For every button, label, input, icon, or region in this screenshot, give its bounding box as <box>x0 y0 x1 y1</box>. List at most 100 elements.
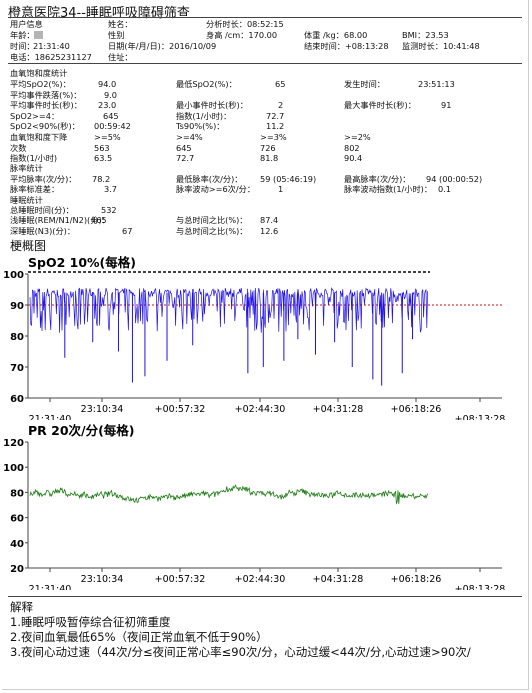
stat-value: 645 <box>103 111 119 121</box>
stat-label: 脉率波动指数(1/小时)： <box>344 184 433 194</box>
user-info-label: 用户信息 <box>10 19 43 29</box>
stat-label: Ts90%(%)： <box>176 121 225 131</box>
pr-chart-title: PR 20次/分(每格) <box>28 423 135 438</box>
stat-label: 平均事件跌落(%)： <box>10 90 82 100</box>
stat-value: 91 <box>441 100 452 110</box>
stat-value: 78.2 <box>92 174 111 184</box>
interpretation-divider <box>8 596 522 597</box>
stat-label: SpO2<90%(秒)： <box>10 121 80 131</box>
date-value: 日期(年/月/日)：2016/10/09 <box>108 41 217 51</box>
stat-value: 3.7 <box>104 184 118 194</box>
interpretation-heading: 解释 <box>10 600 33 614</box>
name-label: 姓名： <box>108 19 133 29</box>
redaction-mark <box>34 31 43 39</box>
interpretation-line: 1.睡眠呼吸暂停综合征初筛重度 <box>10 615 171 629</box>
interpretation-line: 3.夜间心动过速（44次/分≤夜间正常心率≤90次/分，心动过缓<44次/分,心… <box>10 645 471 659</box>
x-tick-label: +02:44:30 <box>235 404 286 415</box>
y-tick-label: 120 <box>3 438 24 449</box>
time-value: 21:31:40 <box>33 41 70 51</box>
stat-value: 11.2 <box>266 121 285 131</box>
stat-label: 与总时间之比(%)： <box>176 226 248 236</box>
y-tick-label: 100 <box>3 270 24 281</box>
stat-label: 指数(1/小时)： <box>176 111 232 121</box>
stat-label: 平均事件时长(秒)： <box>10 100 82 110</box>
stat-value: 87.4 <box>260 215 279 225</box>
y-tick-label: 100 <box>3 463 24 474</box>
y-tick-label: 60 <box>10 514 24 525</box>
stat-value: 65 <box>275 79 286 89</box>
stat-label: 最小事件时长(秒)： <box>176 100 248 110</box>
drop-table-cell: 726 <box>260 143 276 153</box>
stat-label: 与总时间之比(%)： <box>176 215 248 225</box>
y-tick-label: 90 <box>10 301 24 312</box>
drop-table-cell: 81.8 <box>260 153 279 163</box>
pr-chart-title-text: PR 20次/分(每格) <box>28 423 135 438</box>
stat-value: 0.1 <box>438 184 452 194</box>
monitor-duration: 监测时长：10:41:48 <box>402 41 480 51</box>
stat-value: 532 <box>101 205 117 215</box>
drop-table-header: >=3% <box>260 132 287 142</box>
stat-label: 深睡眠(N3)(分)： <box>10 226 76 236</box>
drop-table-cell: 72.7 <box>176 153 195 163</box>
x-tick-label: +00:57:32 <box>155 404 206 415</box>
stat-label: SpO2>=4： <box>10 111 60 121</box>
x-tick-label: 23:10:34 <box>81 574 124 585</box>
info-divider <box>8 63 522 64</box>
y-tick-label: 80 <box>10 332 24 343</box>
y-tick-label: 80 <box>10 488 24 499</box>
stat-value: 9.0 <box>104 90 118 100</box>
analysis-duration: 分析时长：08:52:15 <box>206 19 284 29</box>
address-label: 住址： <box>108 52 133 62</box>
interpretation-line: 2.夜间血氧最低65%（夜间正常血氧不低于90%） <box>10 630 268 644</box>
drop-table-cell: 90.4 <box>344 153 363 163</box>
stat-value: 23:51:13 <box>418 79 455 89</box>
spo2-stats-heading: 血氧饱和度统计 <box>10 68 68 78</box>
phone-value: 电话：18625231127 <box>10 52 92 62</box>
y-tick-label: 40 <box>10 539 24 550</box>
title-divider <box>8 17 522 18</box>
stat-label: 最高脉率(次/分)： <box>344 174 411 184</box>
x-tick-label: 23:10:34 <box>81 404 124 415</box>
y-tick-label: 20 <box>10 564 24 575</box>
stat-label: 发生时间： <box>344 79 385 89</box>
y-tick-label: 70 <box>10 363 24 374</box>
x-tick-label: +08:13:28 <box>455 584 506 590</box>
bmi-value: BMI：23.53 <box>402 30 449 40</box>
stat-value: 465 <box>91 215 107 225</box>
stat-value: 94.0 <box>98 79 117 89</box>
x-tick-label: +06:18:26 <box>391 574 442 585</box>
y-tick-label: 60 <box>10 394 24 405</box>
x-tick-label: +04:31:28 <box>313 574 364 585</box>
drop-table-header: >=5% <box>94 132 121 142</box>
x-tick-label: 21:31:40 <box>29 584 72 590</box>
stat-label: 脉率标准差： <box>10 184 60 194</box>
stat-value: 94 (00:00:52) <box>426 174 483 184</box>
height-value: 身高 /cm：170.00 <box>206 30 278 40</box>
spo2-series-line <box>29 287 428 333</box>
gender-label: 性别 <box>108 30 125 40</box>
stat-value: 1 <box>278 184 284 194</box>
x-tick-label: +04:31:28 <box>313 404 364 415</box>
drop-table-cell: 563 <box>94 143 110 153</box>
stat-value: 72.7 <box>266 111 285 121</box>
stat-value: 00:59:42 <box>94 121 131 131</box>
pr-series-line <box>29 484 428 505</box>
drop-table-header: >=2% <box>344 132 371 142</box>
weight-value: 体重 /kg：68.00 <box>304 30 368 40</box>
drop-table-cell: 645 <box>176 143 192 153</box>
drop-table-header: 血氧饱和度下降 <box>10 132 68 142</box>
pulse-stats-heading: 脉率统计 <box>10 163 43 173</box>
stat-label: 最大事件时长(秒)： <box>344 100 416 110</box>
drop-table-cell: 63.5 <box>94 153 113 163</box>
x-tick-label: +06:18:26 <box>391 404 442 415</box>
x-tick-label: +02:44:30 <box>235 574 286 585</box>
pr-chart: PR 20次/分(每格) 120 100 80 60 40 20 21:31:40 23:1… <box>3 423 506 590</box>
x-tick-label: +00:57:32 <box>155 574 206 585</box>
stat-label: 总睡眠时间(分)： <box>10 205 74 215</box>
spo2-chart-title: SpO2 10%(每格) <box>28 255 136 270</box>
drop-table-cell: 802 <box>344 143 360 153</box>
stat-label: 平均脉率(次/分)： <box>10 174 77 184</box>
sleep-stats-heading: 睡眠统计 <box>10 195 43 205</box>
drop-table-cell: 次数 <box>10 143 27 153</box>
stat-label: 平均SpO2(%)： <box>10 79 71 89</box>
